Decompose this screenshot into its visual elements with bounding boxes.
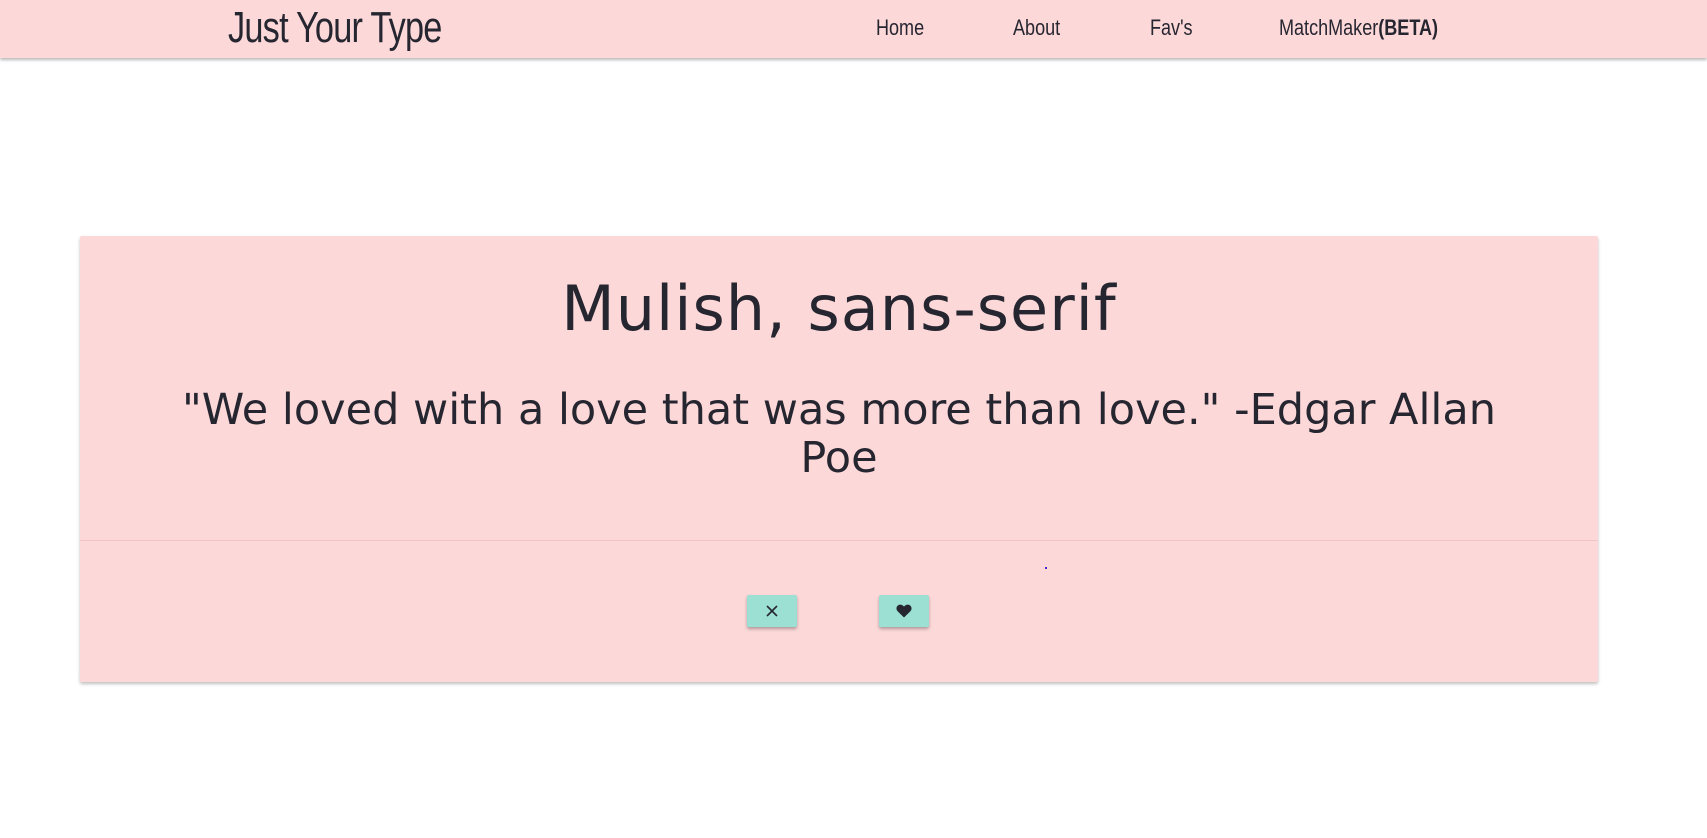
sample-quote: "We loved with a love that was more than…: [182, 385, 1496, 483]
beta-tag: (BETA): [1378, 15, 1439, 40]
nav-link-home[interactable]: Home: [876, 14, 924, 42]
stray-dot: [1045, 567, 1047, 569]
heart-icon: [896, 604, 912, 618]
nav-link-matchmaker[interactable]: MatchMaker(BETA): [1279, 14, 1438, 42]
nav-link-about[interactable]: About: [1013, 14, 1060, 42]
navbar: Just Your Type Home About Fav's MatchMak…: [0, 0, 1707, 58]
nav-link-favs[interactable]: Fav's: [1150, 14, 1193, 42]
close-icon: [765, 604, 779, 618]
favorite-button[interactable]: [879, 595, 929, 627]
font-name-title: Mulish, sans-serif: [561, 272, 1117, 345]
font-card: Mulish, sans-serif "We loved with a love…: [80, 236, 1598, 682]
brand-logo-text[interactable]: Just Your Type: [228, 2, 442, 54]
reject-button[interactable]: [747, 595, 797, 627]
nav-link-matchmaker-label: MatchMaker: [1279, 15, 1379, 40]
card-divider: [80, 540, 1598, 541]
